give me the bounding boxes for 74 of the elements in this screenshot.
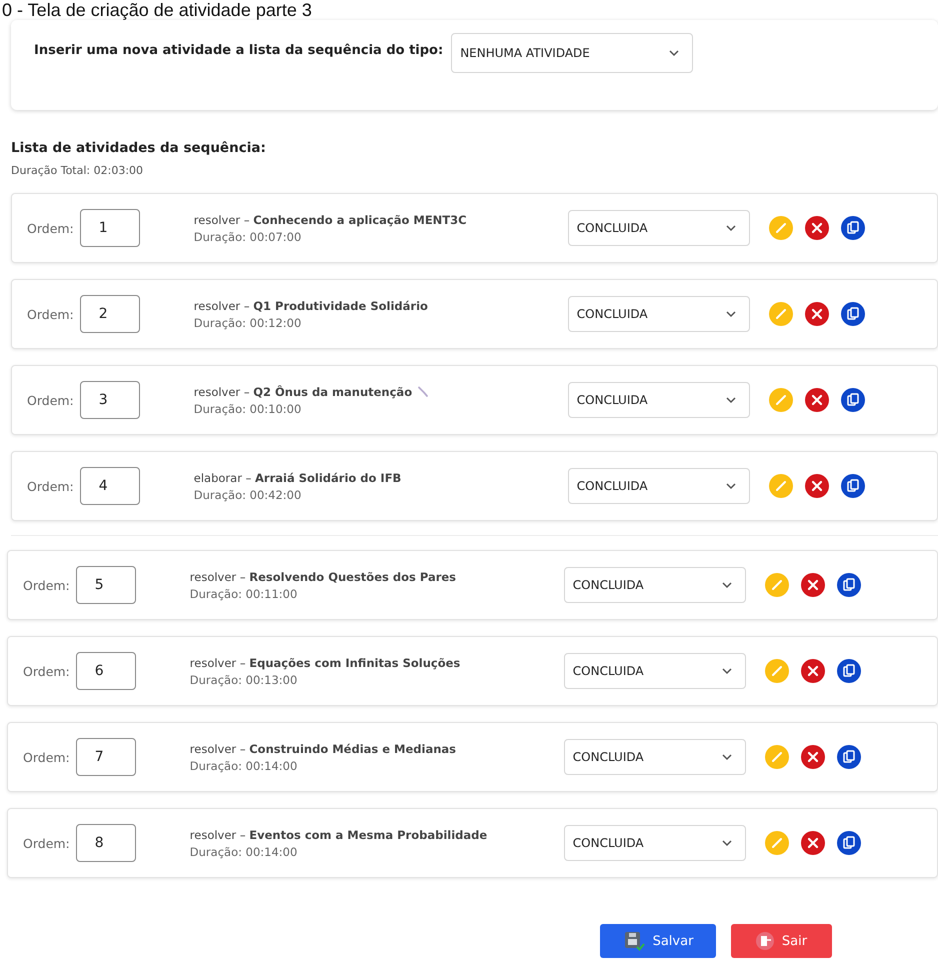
copy-icon[interactable]	[836, 745, 861, 769]
delete-icon[interactable]	[804, 474, 829, 498]
save-button[interactable]: Salvar	[600, 924, 716, 958]
chevron-icon	[724, 310, 737, 318]
order-label: Ordem:	[23, 836, 70, 850]
order-label: Ordem:	[27, 392, 74, 408]
copy-icon[interactable]	[840, 388, 865, 412]
status-select[interactable]: CONCLUIDA	[568, 468, 750, 504]
order-field[interactable]: 1	[80, 209, 140, 247]
activity-duration: Duração: 00:14:00	[190, 758, 298, 772]
activity-title: resolver – Eventos com a Mesma Probabilidade	[190, 828, 488, 842]
chevron-icon	[720, 839, 733, 847]
delete-icon[interactable]	[804, 388, 829, 412]
activity-duration: Duração: 00:12:00	[194, 316, 302, 330]
list-heading: Lista de atividades da sequência:	[11, 140, 267, 156]
page-title: 0 - Tela de criação de atividade parte 3	[2, 0, 313, 20]
chevron-icon	[724, 482, 737, 490]
activity-title: resolver – Q2 Ônus da manutenção	[194, 384, 412, 398]
delete-icon[interactable]	[800, 573, 825, 597]
status-select[interactable]: CONCLUIDA	[568, 296, 750, 332]
copy-icon[interactable]	[836, 831, 861, 855]
floppy-disk-icon	[622, 930, 645, 952]
activity-duration: Duração: 00:07:00	[194, 230, 302, 244]
order-label: Ordem:	[23, 578, 70, 592]
status-select[interactable]: CONCLUIDA	[568, 382, 750, 418]
copy-icon[interactable]	[836, 573, 861, 597]
door-icon	[756, 932, 774, 950]
activity-duration: Duração: 00:10:00	[194, 402, 302, 416]
order-label: Ordem:	[27, 306, 74, 322]
order-field[interactable]: 6	[76, 652, 136, 690]
order-label: Ordem:	[27, 478, 74, 494]
activity-title: resolver – Q1 Produtividade Solidário	[194, 298, 428, 312]
activity-duration: Duração: 00:13:00	[190, 672, 298, 686]
activity-type-select[interactable]: NENHUMA ATIVIDADE	[451, 33, 694, 73]
insert-label: Inserir uma nova atividade a lista da sequência do tipo:	[34, 43, 444, 58]
chevron-icon	[720, 581, 733, 589]
status-select[interactable]: CONCLUIDA	[568, 210, 750, 246]
status-select[interactable]: CONCLUIDA	[564, 567, 746, 603]
status-select[interactable]: CONCLUIDA	[564, 739, 746, 775]
order-label: Ordem:	[23, 664, 70, 678]
order-field[interactable]: 3	[80, 381, 140, 419]
order-field[interactable]: 5	[76, 566, 136, 604]
activity-title: elaborar – Arraiá Solidário do IFB	[194, 470, 402, 484]
delete-icon[interactable]	[800, 831, 825, 855]
copy-icon[interactable]	[840, 302, 865, 326]
total-duration: Duração Total: 02:03:00	[11, 164, 144, 177]
activity-duration: Duração: 00:42:00	[194, 488, 302, 502]
delete-icon[interactable]	[804, 302, 829, 326]
copy-icon[interactable]	[836, 659, 861, 683]
status-select[interactable]: CONCLUIDA	[564, 653, 746, 689]
order-label: Ordem:	[27, 220, 74, 236]
activity-duration: Duração: 00:14:00	[190, 844, 298, 858]
chevron-icon	[668, 49, 680, 57]
activity-title: resolver – Conhecendo a aplicação MENT3C	[194, 212, 467, 226]
status-select[interactable]: CONCLUIDA	[564, 825, 746, 861]
activity-title: resolver – Resolvendo Questões dos Pares	[190, 570, 456, 584]
activity-title: resolver – Construindo Médias e Medianas	[190, 742, 456, 756]
order-label: Ordem:	[23, 750, 70, 764]
activity-duration: Duração: 00:11:00	[190, 586, 298, 600]
delete-icon[interactable]	[804, 216, 829, 240]
chevron-icon	[720, 753, 733, 761]
delete-icon[interactable]	[800, 745, 825, 769]
order-field[interactable]: 7	[76, 738, 136, 776]
chevron-icon	[720, 667, 733, 675]
delete-icon[interactable]	[800, 659, 825, 683]
chevron-icon	[724, 396, 737, 404]
copy-icon[interactable]	[840, 216, 865, 240]
order-field[interactable]: 2	[80, 295, 140, 333]
order-field[interactable]: 4	[80, 467, 140, 505]
copy-icon[interactable]	[840, 474, 865, 498]
chevron-icon	[724, 224, 737, 232]
exit-button[interactable]: Sair	[731, 924, 832, 958]
order-field[interactable]: 8	[76, 824, 136, 862]
activity-title: resolver – Equações com Infinitas Soluções	[190, 656, 460, 670]
